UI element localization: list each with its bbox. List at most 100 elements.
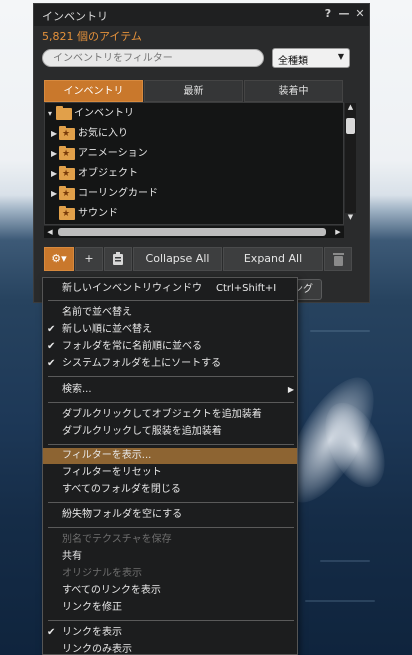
wave: [310, 330, 370, 332]
menu-separator: [48, 502, 294, 503]
folder-icon: ★: [59, 186, 75, 200]
menu-label: 新しいインベントリウィンドウ: [62, 283, 202, 294]
menu-item-show-all-links[interactable]: すべてのリンクを表示: [43, 583, 297, 599]
menu-separator: [48, 402, 294, 403]
tree-row-animations[interactable]: ▶ ★ アニメーション: [45, 144, 341, 164]
menu-label: 紛失物フォルダを空にする: [62, 509, 183, 520]
add-button[interactable]: +: [75, 247, 103, 271]
menu-label: フィルターをリセット: [62, 467, 162, 478]
menu-label: すべてのフォルダを閉じる: [62, 484, 181, 495]
menu-item-sort-name[interactable]: 名前で並べ替え: [43, 305, 297, 321]
check-icon: ✔: [47, 358, 56, 369]
submenu-arrow-icon: ▶: [287, 385, 294, 394]
menu-label: フォルダを常に名前順に並べる: [62, 341, 202, 352]
menu-item-show-links[interactable]: ✔ リンクを表示: [43, 625, 297, 641]
tree-label: サウンド: [78, 208, 118, 219]
menu-item-double-click-clothing[interactable]: ダブルクリックして服装を追加装着: [43, 424, 297, 440]
menu-separator: [48, 376, 294, 377]
tree-row-objects[interactable]: ▶ ★ オブジェクト: [45, 164, 341, 184]
folder-icon: ★: [59, 146, 75, 160]
type-select-value: 全種類: [278, 56, 308, 67]
menu-separator: [48, 300, 294, 301]
menu-label: オリジナルを表示: [62, 568, 142, 579]
cloud-streak: [313, 393, 397, 497]
menu-label: ダブルクリックして服装を追加装着: [62, 426, 222, 437]
menu-label: リンクを表示: [62, 627, 122, 638]
menu-item-close-all-folders[interactable]: すべてのフォルダを閉じる: [43, 482, 297, 498]
caret-right-icon[interactable]: ▶: [51, 144, 59, 164]
tab-inventory[interactable]: インベントリ: [44, 80, 143, 102]
menu-item-system-folders-top[interactable]: ✔ システムフォルダを上にソートする: [43, 356, 297, 372]
menu-label: リンクを修正: [62, 602, 122, 613]
scroll-thumb[interactable]: [58, 228, 326, 236]
menu-label: 共有: [62, 551, 82, 562]
wave: [320, 560, 370, 562]
scroll-right-icon[interactable]: ▶: [332, 226, 344, 238]
menu-item-folders-by-name[interactable]: ✔ フォルダを常に名前順に並べる: [43, 339, 297, 355]
tab-recent[interactable]: 最新: [144, 80, 243, 102]
tree-row-root[interactable]: ▾ インベントリ: [45, 104, 341, 124]
scroll-up-icon[interactable]: ▲: [345, 103, 356, 114]
menu-separator: [48, 620, 294, 621]
caret-right-icon[interactable]: ▶: [51, 164, 59, 184]
collapse-all-button[interactable]: Collapse All: [133, 247, 222, 271]
type-select[interactable]: 全種類 ▼: [272, 48, 350, 68]
tab-bar: インベントリ 最新 装着中: [44, 80, 344, 102]
item-count: 5,821 個のアイテム: [42, 30, 142, 43]
tab-worn[interactable]: 装着中: [244, 80, 343, 102]
trash-icon[interactable]: [324, 247, 352, 271]
menu-label: フィルターを表示...: [62, 450, 152, 461]
menu-label: すべてのリンクを表示: [62, 585, 161, 596]
menu-item-search[interactable]: 検索... ▶: [43, 382, 297, 398]
scroll-left-icon[interactable]: ◀: [44, 226, 56, 238]
folder-icon: ★: [59, 126, 75, 140]
menu-item-sort-date[interactable]: ✔ 新しい順に並べ替え: [43, 322, 297, 338]
menu-item-reset-filters[interactable]: フィルターをリセット: [43, 465, 297, 481]
caret-right-icon[interactable]: ▶: [51, 184, 59, 204]
tree-label: お気に入り: [78, 128, 128, 139]
gear-menu-button[interactable]: ⚙▾: [44, 247, 74, 271]
menu-item-empty-lost-found[interactable]: 紛失物フォルダを空にする: [43, 507, 297, 523]
wave: [305, 600, 375, 602]
menu-item-show-filters[interactable]: フィルターを表示...: [43, 448, 297, 464]
tree-label: オブジェクト: [78, 168, 138, 179]
caret-right-icon[interactable]: ▶: [51, 124, 59, 144]
filter-input[interactable]: [42, 49, 264, 67]
close-icon[interactable]: ✕: [353, 7, 367, 21]
check-icon: ✔: [47, 324, 56, 335]
expand-all-button[interactable]: Expand All: [223, 247, 323, 271]
menu-item-new-window[interactable]: 新しいインベントリウィンドウ Ctrl+Shift+I: [43, 281, 297, 297]
tree-label: インベントリ: [74, 108, 134, 119]
menu-item-double-click-object[interactable]: ダブルクリックしてオブジェクトを追加装着: [43, 407, 297, 423]
menu-label: 新しい順に並べ替え: [62, 324, 152, 335]
caret-down-icon[interactable]: ▾: [48, 104, 56, 124]
menu-item-show-links-only[interactable]: リンクのみ表示: [43, 642, 297, 655]
window-title: インベントリ: [42, 10, 108, 23]
help-icon[interactable]: ?: [321, 7, 335, 21]
menu-separator: [48, 527, 294, 528]
horizontal-scrollbar[interactable]: ◀ ▶: [44, 226, 344, 238]
title-bar[interactable]: インベントリ ? — ✕: [34, 4, 369, 26]
bottom-toolbar: ⚙▾ + Collapse All Expand All: [44, 247, 352, 271]
scroll-down-icon[interactable]: ▼: [345, 213, 356, 224]
menu-item-fix-link[interactable]: リンクを修正: [43, 600, 297, 616]
clipboard-icon[interactable]: [104, 247, 132, 271]
tree-row-favorites[interactable]: ▶ ★ お気に入り: [45, 124, 341, 144]
menu-label: システムフォルダを上にソートする: [62, 358, 222, 369]
vertical-scrollbar[interactable]: ▲ ▼: [345, 103, 356, 221]
gear-context-menu: 新しいインベントリウィンドウ Ctrl+Shift+I 名前で並べ替え ✔ 新し…: [42, 277, 298, 655]
menu-shortcut: Ctrl+Shift+I: [216, 283, 277, 294]
tree-label: アニメーション: [78, 148, 148, 159]
menu-item-share[interactable]: 共有: [43, 549, 297, 565]
menu-label: リンクのみ表示: [62, 644, 132, 655]
minimize-icon[interactable]: —: [337, 7, 351, 21]
inventory-window: インベントリ ? — ✕ 5,821 個のアイテム 全種類 ▼ インベントリ 最…: [33, 3, 370, 303]
tree-label: コーリングカード: [78, 188, 158, 199]
menu-label: 名前で並べ替え: [62, 307, 132, 318]
menu-label: ダブルクリックしてオブジェクトを追加装着: [62, 409, 262, 420]
scroll-thumb[interactable]: [346, 118, 355, 134]
tree-row-sounds[interactable]: ★ サウンド: [45, 204, 341, 224]
inventory-tree[interactable]: ▾ インベントリ ▶ ★ お気に入り ▶ ★ アニメーション ▶ ★ オブジェク…: [44, 102, 356, 225]
tree-row-calling-cards[interactable]: ▶ ★ コーリングカード: [45, 184, 341, 204]
folder-icon: ★: [59, 206, 75, 220]
